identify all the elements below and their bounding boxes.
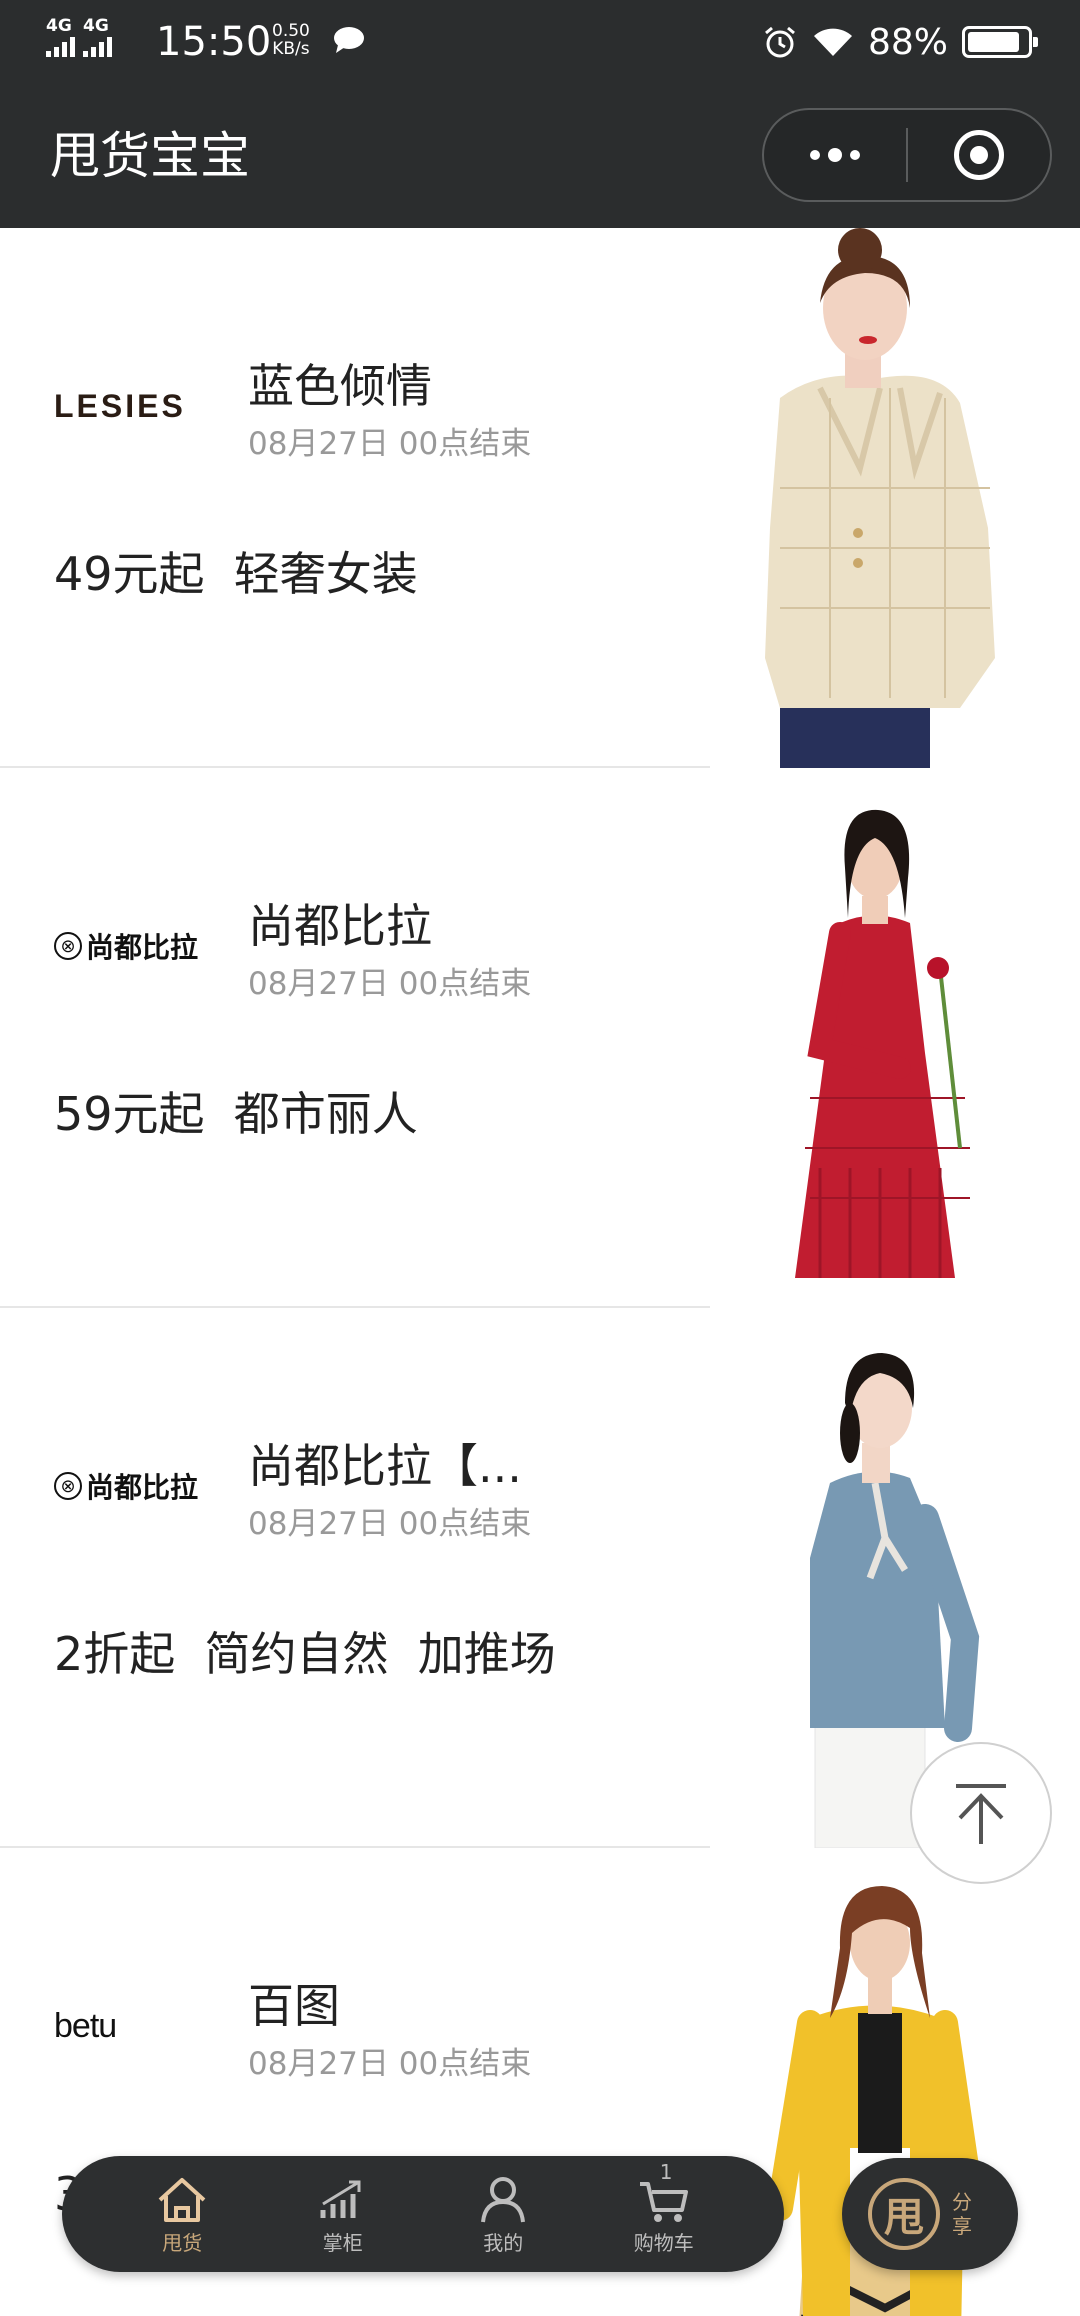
- mini-program-capsule: [762, 108, 1052, 202]
- brand-logo-text: LESIES: [54, 387, 186, 424]
- share-button[interactable]: 甩 分享: [842, 2158, 1018, 2270]
- network-speed: 0.50 KB/s: [272, 22, 310, 58]
- back-to-top-button[interactable]: [910, 1742, 1052, 1884]
- brand-logo: ⊗ 尚都比拉: [54, 916, 214, 976]
- product-image: [710, 768, 1080, 1308]
- signal-2: 4G: [83, 18, 112, 57]
- target-icon: [953, 130, 1004, 180]
- card-promo: 2折起 简约自然 加推场: [54, 1627, 556, 1681]
- more-button[interactable]: [764, 110, 906, 200]
- model-red-dress-image: [710, 768, 1080, 1308]
- battery-percent: 88%: [867, 21, 948, 63]
- card-promo: 59元起 都市丽人: [54, 1087, 418, 1141]
- network-indicators: 4G 4G: [46, 18, 112, 57]
- tab-cart[interactable]: 1 购物车: [584, 2156, 745, 2272]
- speed-unit: KB/s: [272, 39, 310, 59]
- card-title: 蓝色倾情: [248, 359, 432, 413]
- wifi-icon: [813, 28, 852, 56]
- card-title: 尚都比拉【...: [248, 1439, 522, 1493]
- brand-logo: LESIES: [54, 376, 214, 436]
- user-icon: [481, 2177, 526, 2223]
- cart-count-badge: 1: [659, 2160, 673, 2184]
- brand-logo-text: betu: [54, 2006, 117, 2045]
- status-bar: 4G 4G 15:50 0.50 KB/s 88%: [0, 0, 1080, 84]
- card-end-date: 08月27日 00点结束: [248, 426, 532, 462]
- tab-label: 掌柜: [322, 2231, 363, 2255]
- clock: 15:50: [156, 19, 272, 65]
- chat-icon: [334, 27, 364, 53]
- nav-bar: 甩货宝宝: [0, 84, 1080, 228]
- brand-logo-text: 尚都比拉: [86, 931, 199, 964]
- tab-shopkeeper[interactable]: 掌柜: [263, 2156, 424, 2272]
- close-button[interactable]: [908, 110, 1050, 200]
- brand-logo: betu: [54, 1996, 214, 2056]
- app-root: 4G 4G 15:50 0.50 KB/s 88% 甩货宝宝 LESIES 蓝色…: [0, 0, 1080, 2316]
- signal-1: 4G: [46, 18, 75, 57]
- model-cream-jacket-image: [710, 228, 1080, 768]
- status-right: 88%: [762, 18, 1038, 66]
- battery-icon: [962, 26, 1038, 58]
- more-dots-icon: [810, 148, 860, 162]
- brand-mark-icon: ⊗: [54, 1472, 82, 1500]
- card-end-date: 08月27日 00点结束: [248, 2046, 532, 2082]
- share-logo-icon: 甩: [868, 2178, 940, 2250]
- alarm-icon: [765, 26, 795, 58]
- card-end-date: 08月27日 00点结束: [248, 1506, 532, 1542]
- signal-icon: [46, 35, 75, 57]
- signal-icon: [83, 35, 112, 57]
- sale-card[interactable]: ⊗ 尚都比拉 尚都比拉【... 08月27日 00点结束 2折起 简约自然 加推…: [0, 1308, 1080, 1848]
- arrow-up-icon: [956, 1784, 1006, 1844]
- sale-list: LESIES 蓝色倾情 08月27日 00点结束 49元起 轻奢女装 ⊗ 尚都比…: [0, 228, 1080, 2316]
- battery-fill: [968, 32, 1020, 52]
- growth-chart-icon: [320, 2180, 361, 2218]
- network-type-label: 4G: [83, 16, 109, 36]
- tab-label: 购物车: [633, 2231, 694, 2255]
- card-promo: 49元起 轻奢女装: [54, 547, 418, 601]
- sale-card[interactable]: LESIES 蓝色倾情 08月27日 00点结束 49元起 轻奢女装: [0, 228, 1080, 768]
- brand-mark-icon: ⊗: [54, 932, 82, 960]
- card-title: 百图: [248, 1979, 340, 2033]
- tab-home[interactable]: 甩货: [102, 2156, 263, 2272]
- network-type-label: 4G: [46, 16, 72, 36]
- tab-mine[interactable]: 我的: [423, 2156, 584, 2272]
- home-icon: [158, 2178, 206, 2222]
- speed-value: 0.50: [272, 21, 310, 41]
- card-title: 尚都比拉: [248, 899, 432, 953]
- card-end-date: 08月27日 00点结束: [248, 966, 532, 1002]
- tab-label: 我的: [483, 2231, 524, 2255]
- tab-bar: 甩货 掌柜 我的 1 购物车: [62, 2156, 784, 2272]
- share-label: 分享: [952, 2190, 972, 2238]
- brand-logo-text: 尚都比拉: [86, 1471, 199, 1504]
- brand-logo: ⊗ 尚都比拉: [54, 1456, 214, 1516]
- sale-card[interactable]: ⊗ 尚都比拉 尚都比拉 08月27日 00点结束 59元起 都市丽人: [0, 768, 1080, 1308]
- product-image: [710, 228, 1080, 768]
- page-title: 甩货宝宝: [50, 127, 250, 185]
- tab-label: 甩货: [162, 2231, 203, 2255]
